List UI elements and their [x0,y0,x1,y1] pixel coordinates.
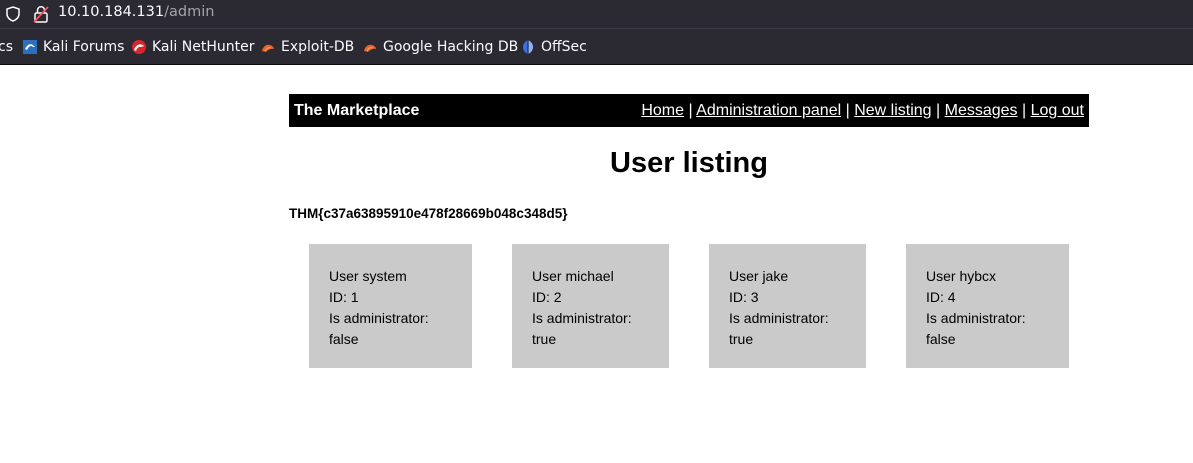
nav-link-messages[interactable]: Messages [945,102,1018,119]
page-heading: User listing [610,147,768,179]
browser-url-bar[interactable]: 10.10.184.131/admin [0,0,1193,28]
google-hacking-db-icon [364,44,376,52]
user-name: User system [329,268,407,284]
insecure-lock-icon[interactable] [33,5,49,23]
user-admin-label: Is administrator: [729,310,829,326]
bookmark-kali-nethunter[interactable]: Kali NetHunter [131,38,254,56]
nav-link-home[interactable]: Home [641,102,684,119]
offsec-icon [523,40,533,54]
user-admin-value: false [926,331,956,347]
user-id: ID: 1 [329,289,359,305]
nav-separator: | [936,102,941,119]
bookmarks-toolbar: cs Kali Forums Kali NetHunter Exploit-DB… [0,28,1193,65]
bookmark-partial[interactable]: cs [0,38,13,56]
user-card: User jake ID: 3 Is administrator: true [709,244,866,368]
site-title: The Marketplace [294,102,420,119]
user-admin-label: Is administrator: [532,310,632,326]
user-name: User michael [532,268,614,284]
user-admin-label: Is administrator: [329,310,429,326]
shield-icon[interactable] [6,6,20,22]
user-name: User jake [729,268,789,284]
nav-link-administration-panel[interactable]: Administration panel [696,102,841,119]
main-nav: Home | Administration panel | New listin… [641,102,1084,120]
nav-link-log-out[interactable]: Log out [1031,102,1084,119]
url-host: 10.10.184.131 [58,4,165,20]
nav-link-new-listing[interactable]: New listing [854,102,931,119]
user-admin-value: true [532,331,557,347]
user-id: ID: 4 [926,289,956,305]
user-admin-label: Is administrator: [926,310,1026,326]
exploit-db-icon [262,44,274,52]
kali-forums-icon [23,40,37,54]
url-text[interactable]: 10.10.184.131/admin [58,4,214,20]
bookmark-label: Kali NetHunter [152,39,255,55]
user-card: User system ID: 1 Is administrator: fals… [309,244,472,368]
user-card: User hybcx ID: 4 Is administrator: false [906,244,1069,368]
bookmark-kali-forums[interactable]: Kali Forums [22,38,124,56]
bookmark-google-hacking-db[interactable]: Google Hacking DB [362,38,518,56]
url-path: /admin [164,4,215,20]
nav-separator: | [688,102,693,119]
bookmark-label: Exploit-DB [281,39,355,55]
user-card: User michael ID: 2 Is administrator: tru… [512,244,669,368]
bookmark-exploit-db[interactable]: Exploit-DB [260,38,354,56]
flag-text: THM{c37a63895910e478f28669b048c348d5} [289,206,568,221]
user-id: ID: 3 [729,289,759,305]
user-admin-value: false [329,331,359,347]
bookmark-label: Google Hacking DB [383,39,519,55]
bookmark-label: Kali Forums [43,39,125,55]
kali-nethunter-icon [132,40,146,54]
nav-separator: | [845,102,850,119]
nav-separator: | [1022,102,1027,119]
site-header: The Marketplace Home | Administration pa… [289,94,1089,127]
bookmark-label: OffSec [541,39,587,55]
bookmark-offsec[interactable]: OffSec [520,38,587,56]
user-admin-value: true [729,331,754,347]
bookmark-label: cs [0,39,13,55]
user-id: ID: 2 [532,289,562,305]
user-name: User hybcx [926,268,997,284]
